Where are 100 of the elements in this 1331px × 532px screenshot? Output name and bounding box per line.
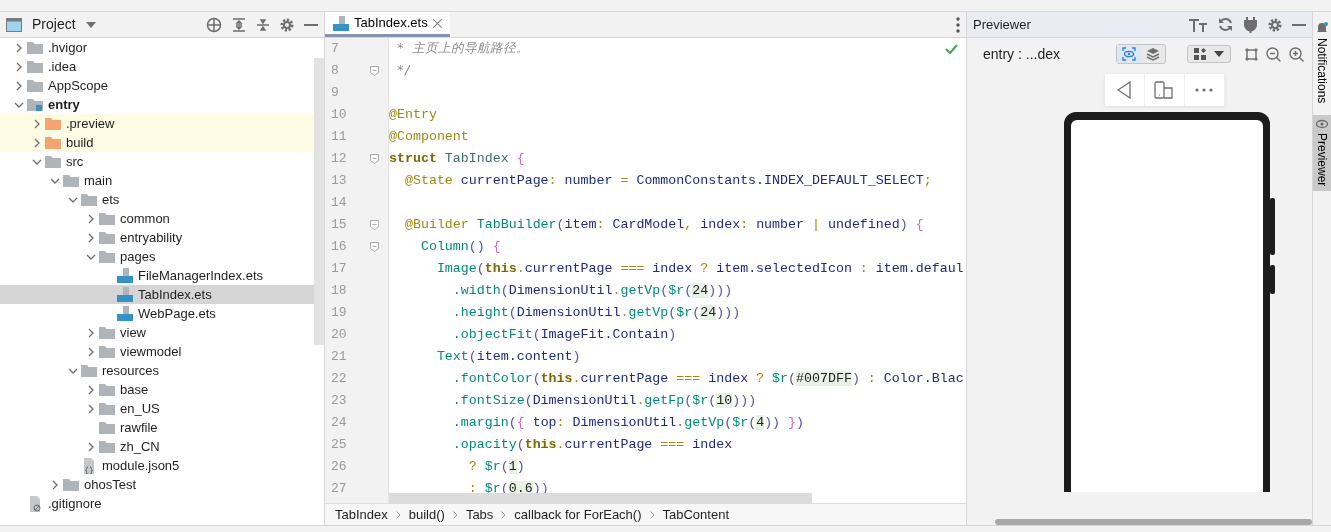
tree-item[interactable]: build bbox=[0, 133, 314, 152]
minimize-icon[interactable] bbox=[1292, 22, 1306, 27]
tree-item[interactable]: src bbox=[0, 152, 314, 171]
folder-icon bbox=[45, 117, 61, 130]
tree-item[interactable]: resources bbox=[0, 361, 314, 380]
crosshair-icon[interactable] bbox=[206, 16, 222, 33]
fit-screen-icon[interactable] bbox=[1245, 47, 1258, 61]
scrollbar[interactable] bbox=[389, 493, 812, 503]
scrollbar[interactable] bbox=[314, 58, 324, 345]
tree-item[interactable]: en_US bbox=[0, 399, 314, 418]
tree-item[interactable]: pages bbox=[0, 247, 314, 266]
back-button[interactable] bbox=[1104, 74, 1145, 106]
chevron-right-icon[interactable] bbox=[16, 80, 22, 91]
chevron-right-icon[interactable] bbox=[34, 118, 40, 129]
item-label: zh_CN bbox=[120, 437, 160, 456]
tree-item[interactable]: ets bbox=[0, 190, 314, 209]
caret-icon[interactable] bbox=[85, 21, 96, 28]
zoom-out-icon[interactable] bbox=[1266, 46, 1281, 62]
chevron-down-icon[interactable] bbox=[32, 158, 42, 165]
more-icon[interactable] bbox=[956, 16, 960, 33]
zoom-in-icon[interactable] bbox=[1289, 46, 1304, 62]
tree-item[interactable]: view bbox=[0, 323, 314, 342]
tree-item[interactable]: AppScope bbox=[0, 76, 314, 95]
tree-item[interactable]: viewmodel bbox=[0, 342, 314, 361]
code-line: Column() { bbox=[419, 238, 501, 257]
tree-item[interactable]: base bbox=[0, 380, 314, 399]
tree-item[interactable]: .hvigor bbox=[0, 38, 314, 57]
side-tab[interactable]: Previewer bbox=[1312, 115, 1331, 191]
view-mode-button[interactable] bbox=[1116, 45, 1141, 63]
tree-item[interactable]: entryability bbox=[0, 228, 314, 247]
chevron-right-icon[interactable] bbox=[34, 137, 40, 148]
ets-file-icon bbox=[117, 287, 133, 302]
breadcrumb-item[interactable]: TabContent bbox=[662, 504, 729, 525]
item-label: viewmodel bbox=[120, 342, 182, 361]
scrollbar[interactable] bbox=[995, 519, 1312, 525]
tree-item[interactable]: module.json5 bbox=[0, 456, 314, 475]
chevron-right-icon[interactable] bbox=[88, 213, 94, 224]
tree-item[interactable]: rawfile bbox=[0, 418, 314, 437]
tree-item[interactable]: main bbox=[0, 171, 314, 190]
code-line: .opacity(this.currentPage === index bbox=[451, 436, 733, 455]
breadcrumb-item[interactable]: TabIndex bbox=[335, 504, 388, 525]
expand-all-icon[interactable] bbox=[232, 17, 246, 32]
device-dropdown[interactable] bbox=[1186, 45, 1231, 63]
fold-icon[interactable] bbox=[370, 242, 379, 252]
fold-icon[interactable] bbox=[370, 220, 379, 230]
line-number: 9 bbox=[330, 84, 340, 103]
fold-icon[interactable] bbox=[370, 154, 379, 164]
item-label: rawfile bbox=[120, 418, 158, 437]
tree-item[interactable]: entry bbox=[0, 95, 314, 114]
ets-file-icon bbox=[117, 268, 133, 283]
tree-item[interactable]: .idea bbox=[0, 57, 314, 76]
chevron-right-icon[interactable] bbox=[16, 42, 22, 53]
chevron-right-icon[interactable] bbox=[88, 327, 94, 338]
chevron-right-icon[interactable] bbox=[16, 61, 22, 72]
tree-item[interactable]: ohosTest bbox=[0, 475, 314, 494]
item-label: en_US bbox=[120, 399, 160, 418]
plug-icon[interactable] bbox=[1243, 16, 1258, 33]
tree-item[interactable]: FileManagerIndex.ets bbox=[0, 266, 314, 285]
close-icon[interactable] bbox=[432, 18, 442, 28]
settings-icon[interactable] bbox=[280, 17, 294, 32]
chevron-right-icon[interactable] bbox=[88, 346, 94, 357]
side-tab[interactable]: Notifications bbox=[1312, 18, 1331, 108]
chevron-down-icon[interactable] bbox=[14, 101, 24, 108]
editor-tab[interactable]: TabIndex.ets bbox=[325, 12, 450, 37]
chevron-right-icon bbox=[395, 510, 401, 519]
chevron-right-icon[interactable] bbox=[52, 479, 58, 490]
fold-device-button[interactable] bbox=[1144, 74, 1185, 106]
fold-icon[interactable] bbox=[370, 66, 379, 76]
line-number: 17 bbox=[330, 260, 348, 279]
item-label: module.json5 bbox=[102, 456, 180, 475]
breadcrumb-item[interactable]: build() bbox=[408, 504, 445, 525]
tree-item[interactable]: WebPage.ets bbox=[0, 304, 314, 323]
breadcrumb-item[interactable]: Tabs bbox=[465, 504, 494, 525]
chevron-down-icon[interactable] bbox=[86, 253, 96, 260]
chevron-right-icon[interactable] bbox=[88, 384, 94, 395]
chevron-down-icon[interactable] bbox=[68, 367, 78, 374]
chevron-down-icon[interactable] bbox=[50, 177, 60, 184]
line-number: 25 bbox=[330, 436, 348, 455]
settings-icon[interactable] bbox=[1268, 17, 1282, 32]
chevron-right-icon[interactable] bbox=[88, 441, 94, 452]
code-line: .margin({ top: DimensionUtil.getVp($r(4)) }) bbox=[451, 414, 805, 433]
item-label: src bbox=[66, 152, 84, 171]
line-number: 8 bbox=[330, 62, 340, 81]
tree-item[interactable]: .gitignore bbox=[0, 494, 314, 513]
tree-item[interactable]: .preview bbox=[0, 114, 314, 133]
chevron-down-icon[interactable] bbox=[68, 196, 78, 203]
breadcrumb-item[interactable]: callback for ForEach() bbox=[514, 504, 642, 525]
chevron-right-icon[interactable] bbox=[88, 232, 94, 243]
json-file-icon bbox=[81, 457, 97, 474]
chevron-right-icon[interactable] bbox=[88, 403, 94, 414]
font-size-icon[interactable] bbox=[1188, 17, 1208, 32]
tree-item[interactable]: common bbox=[0, 209, 314, 228]
code-line: @Builder TabBuilder(item: CardModel, index: number | undefined) { bbox=[403, 216, 924, 235]
tree-item[interactable]: TabIndex.ets bbox=[0, 285, 314, 304]
minimize-icon[interactable] bbox=[304, 22, 318, 27]
collapse-all-icon[interactable] bbox=[256, 17, 270, 32]
code-line: .width(DimensionUtil.getVp($r(24))) bbox=[451, 282, 733, 301]
refresh-icon[interactable] bbox=[1218, 17, 1233, 32]
folder-icon bbox=[99, 440, 115, 453]
tree-item[interactable]: zh_CN bbox=[0, 437, 314, 456]
